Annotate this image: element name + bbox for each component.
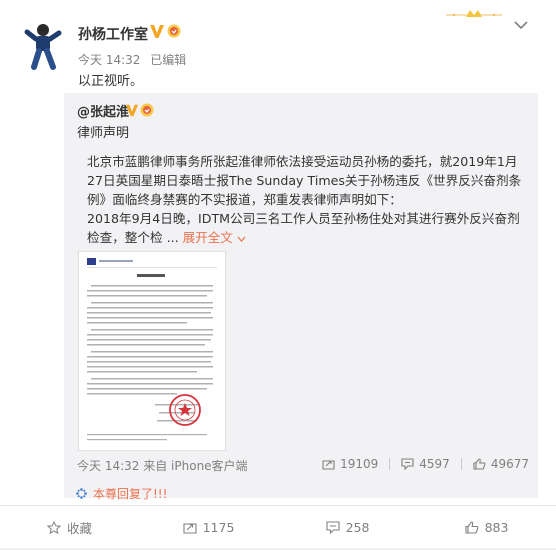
weibo-post-card: 孙杨工作室 今天 14:32 已编辑 以正视听。 @张起淮 律师声明 北京市蓝鹏…: [0, 0, 556, 550]
comment-button[interactable]: 258: [278, 507, 417, 547]
repost-count[interactable]: 19109: [322, 457, 378, 471]
post-meta: 今天 14:32 已编辑: [78, 51, 192, 68]
statement-document-image[interactable]: [78, 251, 226, 451]
like-icon: [465, 520, 479, 534]
like-button[interactable]: 883: [417, 507, 556, 547]
comment-icon: [326, 520, 340, 534]
verified-v-icon: [125, 104, 139, 117]
divider: [0, 505, 556, 506]
chevron-down-icon[interactable]: [514, 20, 528, 30]
repost-author[interactable]: @张起淮: [77, 101, 129, 120]
repost-stats: 19109 4597 49677: [322, 457, 529, 471]
repost-time[interactable]: 今天 14:32: [77, 459, 139, 473]
expand-full-text-link[interactable]: 展开全文: [183, 230, 246, 245]
vip-badge-icon[interactable]: [140, 103, 154, 117]
edited-label[interactable]: 已编辑: [150, 53, 186, 67]
like-count[interactable]: 49677: [473, 457, 529, 471]
repost-paragraph: 2018年9月4日晚，IDTM公司三名工作人员至孙杨住处对其进行赛外反兴奋剂检查…: [87, 211, 520, 245]
vip-badge-icon[interactable]: [167, 24, 181, 38]
repost-title: 律师声明: [77, 126, 130, 141]
star-icon: [46, 520, 61, 534]
post-text: 以正视听。: [78, 74, 144, 89]
repost-button[interactable]: 1175: [139, 507, 278, 547]
post-time[interactable]: 今天 14:32: [78, 53, 140, 67]
repost-paragraph: 北京市蓝鹏律师事务所张起淮律师依法接受运动员孙杨的委托，就2019年1月27日英…: [87, 154, 522, 207]
comment-count[interactable]: 4597: [401, 457, 450, 471]
sparkle-icon: [76, 488, 87, 499]
comment-icon: [401, 458, 414, 470]
author-replied-link[interactable]: 本尊回复了!!!: [76, 485, 167, 502]
favorite-button[interactable]: 收藏: [0, 507, 139, 547]
repost-source: 来自 iPhone客户端: [143, 459, 248, 473]
crown-deco-icon: [446, 10, 502, 17]
action-bar: 收藏 1175 258 883: [0, 507, 556, 547]
chevron-down-icon: [237, 236, 246, 242]
repost-icon: [322, 460, 335, 470]
repost-icon: [183, 522, 197, 534]
repost-time-source: 今天 14:32 来自 iPhone客户端: [77, 457, 248, 474]
repost-footer: 今天 14:32 来自 iPhone客户端 19109 4597 49677: [77, 457, 529, 475]
verified-v-icon: [150, 25, 164, 38]
like-icon: [473, 458, 486, 470]
avatar[interactable]: [22, 22, 64, 70]
author-name[interactable]: 孙杨工作室: [78, 24, 148, 44]
repost-body: 北京市蓝鹏律师事务所张起淮律师依法接受运动员孙杨的委托，就2019年1月27日英…: [77, 152, 529, 247]
reposted-content: @张起淮 律师声明 北京市蓝鹏律师事务所张起淮律师依法接受运动员孙杨的委托，就2…: [64, 93, 538, 498]
